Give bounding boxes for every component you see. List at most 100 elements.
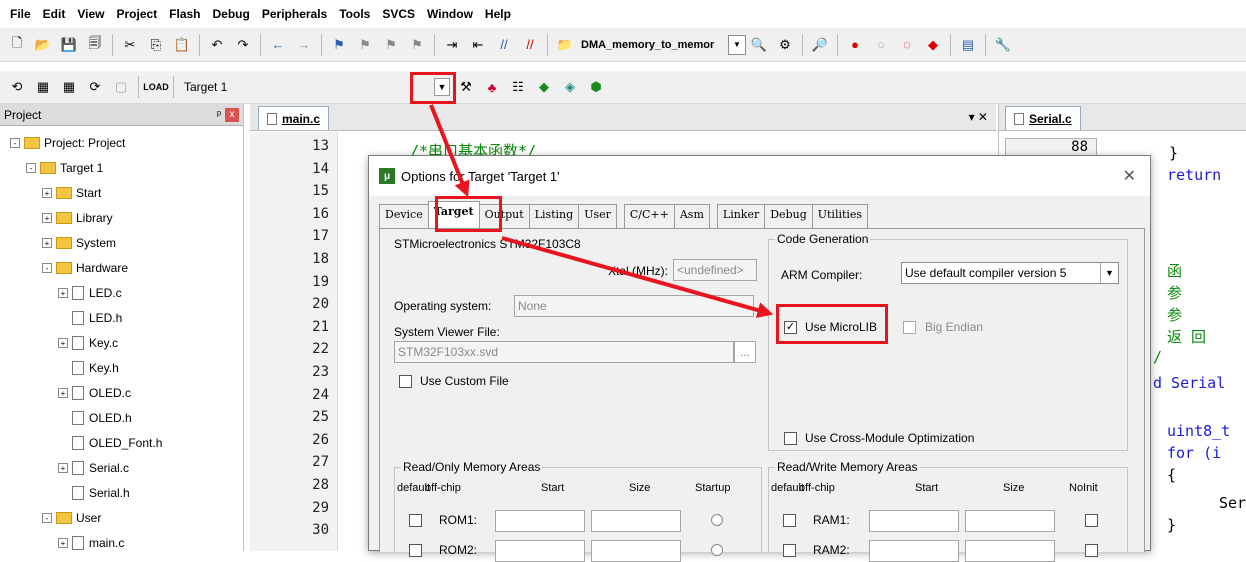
tree-item-key-h[interactable]: Key.h — [58, 357, 119, 379]
cross-module-checkbox[interactable] — [784, 432, 797, 445]
rom-startup-radio[interactable] — [711, 514, 723, 526]
window-layout-icon[interactable]: ▤ — [958, 35, 978, 55]
big-endian-checkbox[interactable] — [903, 321, 916, 334]
os-select[interactable]: None — [514, 295, 754, 317]
tree-item-library[interactable]: + Library — [42, 207, 113, 229]
expand-icon[interactable]: + — [58, 338, 68, 348]
tree-item-start[interactable]: + Start — [42, 182, 101, 204]
copy-icon[interactable]: ⎘ — [146, 35, 166, 55]
save-all-icon[interactable]: 🗐 — [85, 35, 105, 55]
rebuild-icon[interactable]: ▦ — [59, 77, 79, 97]
stop-build-icon[interactable]: ▢ — [111, 77, 131, 97]
open-folder-icon[interactable]: 📂 — [33, 35, 53, 55]
menu-window[interactable]: Window — [427, 7, 473, 21]
select-packs-icon[interactable]: ◈ — [560, 77, 580, 97]
browse-button[interactable]: ... — [734, 341, 756, 363]
rom-start-input[interactable] — [495, 540, 585, 562]
save-icon[interactable]: 💾 — [59, 35, 79, 55]
close-icon[interactable]: ✕ — [1123, 166, 1136, 186]
collapse-icon[interactable]: - — [10, 138, 20, 148]
translate-icon[interactable]: ⟲ — [7, 77, 27, 97]
tab-main-c[interactable]: main.c — [258, 106, 330, 130]
collapse-icon[interactable]: - — [26, 163, 36, 173]
rom-default-checkbox[interactable] — [409, 514, 422, 527]
tab-asm[interactable]: Asm — [673, 204, 710, 228]
bookmark-clear-icon[interactable]: ⚑ — [407, 35, 427, 55]
tab-linker[interactable]: Linker — [716, 204, 766, 228]
ram-noinit-checkbox[interactable] — [1085, 514, 1098, 527]
undo-icon[interactable]: ↶ — [207, 35, 227, 55]
close-icon[interactable]: x — [225, 107, 239, 122]
bookmark-next-icon[interactable]: ⚑ — [381, 35, 401, 55]
collapse-icon[interactable]: - — [42, 263, 52, 273]
target-options-icon[interactable]: ⚒ — [456, 77, 476, 97]
tree-item-user[interactable]: - User — [42, 507, 101, 529]
breakpoint-icon[interactable]: ● — [845, 35, 865, 55]
paste-icon[interactable]: 📋 — [172, 35, 192, 55]
tab-serial-c[interactable]: Serial.c — [1005, 106, 1081, 130]
pin-icon[interactable]: ᵖ — [217, 109, 221, 121]
project-combo[interactable]: DMA_memory_to_memor — [578, 35, 728, 55]
xtal-field[interactable]: <undefined> — [673, 259, 757, 281]
tree-item-serial-c[interactable]: + Serial.c — [58, 457, 129, 479]
menu-help[interactable]: Help — [485, 7, 511, 21]
menu-tools[interactable]: Tools — [339, 7, 370, 21]
expand-icon[interactable]: + — [58, 538, 68, 548]
tree-item-target-1[interactable]: - Target 1 — [26, 157, 103, 179]
menu-svcs[interactable]: SVCS — [382, 7, 415, 21]
indent-icon[interactable]: ⇥ — [442, 35, 462, 55]
nav-back-icon[interactable]: ← — [268, 35, 288, 55]
tab-listing[interactable]: Listing — [528, 204, 580, 228]
tree-item-hardware[interactable]: - Hardware — [42, 257, 128, 279]
collapse-icon[interactable]: - — [42, 513, 52, 523]
bookmark-prev-icon[interactable]: ⚑ — [355, 35, 375, 55]
comment-icon[interactable]: // — [494, 35, 514, 55]
redo-icon[interactable]: ↷ — [233, 35, 253, 55]
project-combo-dropdown[interactable]: ▼ — [728, 34, 746, 55]
tab-debug[interactable]: Debug — [764, 204, 813, 228]
batch-build-icon[interactable]: ⟳ — [85, 77, 105, 97]
run-time-env-icon[interactable]: ⬢ — [586, 77, 606, 97]
tab-c-c-[interactable]: C/C++ — [623, 204, 675, 228]
menu-flash[interactable]: Flash — [169, 7, 200, 21]
tree-item-project-project[interactable]: - Project: Project — [10, 132, 125, 154]
uncomment-icon[interactable]: // — [520, 35, 540, 55]
tree-item-system[interactable]: + System — [42, 232, 116, 254]
menu-view[interactable]: View — [77, 7, 104, 21]
build-icon[interactable]: ▦ — [33, 77, 53, 97]
arm-compiler-select[interactable]: Use default compiler version 5 ▼ — [901, 262, 1119, 284]
ram-size-input[interactable] — [965, 510, 1055, 532]
tab-device[interactable]: Device — [379, 204, 429, 228]
tab-user[interactable]: User — [578, 204, 617, 228]
tree-item-led-c[interactable]: + LED.c — [58, 282, 122, 304]
menu-peripherals[interactable]: Peripherals — [262, 7, 327, 21]
wrench-icon[interactable]: 🔧 — [993, 35, 1013, 55]
expand-icon[interactable]: + — [42, 238, 52, 248]
ram-start-input[interactable] — [869, 540, 959, 562]
breakpoint-all-icon[interactable]: ◆ — [923, 35, 943, 55]
tab-utilities[interactable]: Utilities — [811, 204, 869, 228]
rom-start-input[interactable] — [495, 510, 585, 532]
svd-field[interactable]: STM32F103xx.svd — [394, 341, 734, 363]
nav-forward-icon[interactable]: → — [294, 35, 314, 55]
manage-components-icon[interactable]: ♣ — [482, 77, 502, 97]
project-open-icon[interactable]: 📁 — [555, 35, 575, 55]
cut-icon[interactable]: ✂ — [120, 35, 140, 55]
debug-session-icon[interactable]: 🔎 — [810, 35, 830, 55]
tree-item-oled-font-h[interactable]: OLED_Font.h — [58, 432, 162, 454]
download-icon[interactable]: LOAD — [143, 77, 169, 97]
file-extensions-icon[interactable]: ☷ — [508, 77, 528, 97]
rom-size-input[interactable] — [591, 540, 681, 562]
tree-item-oled-c[interactable]: + OLED.c — [58, 382, 131, 404]
breakpoint-kill-icon[interactable]: ◌ — [897, 35, 917, 55]
ram-size-input[interactable] — [965, 540, 1055, 562]
menu-edit[interactable]: Edit — [43, 7, 66, 21]
find-icon[interactable]: 🔍 — [749, 35, 769, 55]
tree-item-oled-h[interactable]: OLED.h — [58, 407, 132, 429]
rom-size-input[interactable] — [591, 510, 681, 532]
ram-default-checkbox[interactable] — [783, 514, 796, 527]
new-file-icon[interactable]: 🗋 — [7, 35, 27, 55]
tab-controls[interactable]: ▾ ✕ — [969, 110, 988, 124]
target-select[interactable]: Target 1 — [184, 80, 324, 94]
breakpoint-disable-icon[interactable]: ○ — [871, 35, 891, 55]
